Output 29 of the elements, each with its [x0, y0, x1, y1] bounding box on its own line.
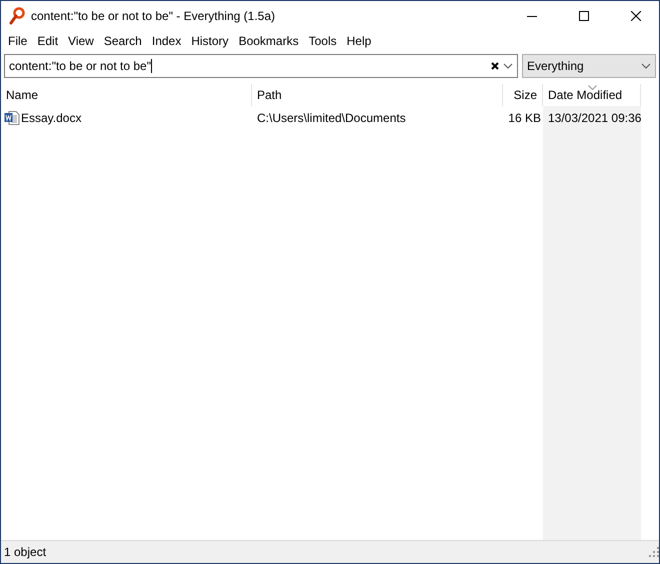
- column-header[interactable]: Path: [252, 84, 503, 106]
- column-header[interactable]: Name: [1, 84, 252, 106]
- file-size: 16 KB: [507, 111, 542, 125]
- filter-dropdown[interactable]: Everything: [522, 54, 656, 78]
- clear-icon[interactable]: [491, 62, 499, 70]
- resize-grip-icon[interactable]: [649, 547, 659, 557]
- menu-item[interactable]: Tools: [304, 34, 342, 48]
- menu-item[interactable]: File: [3, 34, 32, 48]
- magnifier-icon: [9, 6, 25, 24]
- menu-item[interactable]: View: [63, 34, 99, 48]
- maximize-icon[interactable]: [579, 10, 589, 20]
- menu-item[interactable]: Bookmarks: [234, 34, 304, 48]
- file-path: C:\Users\limited\Documents: [256, 111, 407, 125]
- menu-item[interactable]: Index: [146, 34, 186, 48]
- chevron-down-icon[interactable]: [503, 63, 513, 69]
- menu-item[interactable]: Help: [342, 34, 376, 48]
- status-text: 1 object: [4, 545, 46, 559]
- word-document-icon: [4, 110, 20, 126]
- chevron-down-icon[interactable]: [641, 63, 651, 69]
- menu-item[interactable]: History: [186, 34, 234, 48]
- search-field[interactable]: content:"to be or not to be": [4, 54, 518, 78]
- column-header[interactable]: Date Modified: [543, 84, 641, 106]
- column-header[interactable]: Size: [503, 84, 543, 106]
- date-modified: 13/03/2021 09:36: [547, 111, 641, 125]
- close-icon[interactable]: [631, 10, 641, 20]
- file-name[interactable]: Essay.docx: [21, 111, 82, 125]
- menu-item[interactable]: Edit: [32, 34, 64, 48]
- window-title: content:"to be or not to be" - Everything (1.5a): [31, 8, 276, 22]
- menu-item[interactable]: Search: [98, 34, 147, 48]
